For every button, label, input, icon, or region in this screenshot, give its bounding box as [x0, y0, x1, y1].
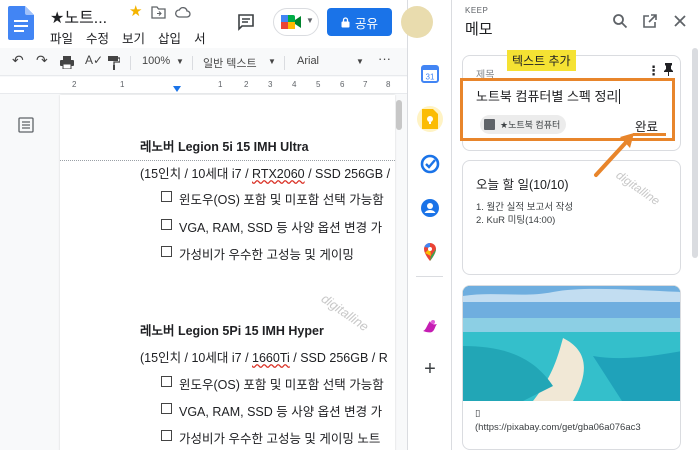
keep-title: 메모: [465, 21, 493, 38]
annotation-label: 텍스트 추가: [507, 50, 576, 71]
menu-item-file[interactable]: 파일: [50, 28, 73, 47]
heading-laptop-1: 레노버 Legion 5i 15 IMH Ultra: [140, 140, 309, 154]
keep-label: KEEP: [465, 6, 489, 15]
chevron-down-icon: ▼: [268, 57, 276, 66]
ruler: 2 1 1 2 3 4 5 6 7 8: [0, 77, 407, 94]
redo-icon[interactable]: ↷: [36, 52, 48, 69]
zoom-select[interactable]: 100%: [142, 55, 170, 67]
paint-format-icon[interactable]: [108, 56, 120, 70]
checkbox[interactable]: [161, 219, 172, 230]
toolbar-divider: [284, 56, 285, 70]
side-panel-rail: 31 +: [408, 48, 451, 450]
annotation-arrow-icon: [594, 133, 634, 177]
style-select[interactable]: 일반 텍스트: [203, 55, 257, 71]
checkbox[interactable]: [161, 246, 172, 257]
beach-photo: [463, 286, 680, 401]
checklist-item: VGA, RAM, SSD 등 사양 옵션 변경 가: [179, 221, 383, 235]
spec-line-1: (15인치 / 10세대 i7 / RTX2060 / SSD 256GB /: [140, 167, 391, 181]
checklist-item: 가성비가 우수한 고성능 및 게이밍: [179, 248, 354, 262]
spec-line-2: (15인치 / 10세대 i7 / 1660Ti / SSD 256GB / R: [140, 351, 388, 365]
pin-icon[interactable]: [663, 63, 674, 76]
share-button[interactable]: 공유: [327, 8, 392, 36]
ruler-tick: 5: [316, 80, 321, 89]
print-icon[interactable]: [60, 56, 74, 69]
avatar[interactable]: [401, 6, 433, 38]
document-title[interactable]: ★노트...: [50, 4, 107, 28]
google-docs-area: ★노트... ★ 파일 수정 보기 삽입 서 ▼ 공유 ↶ ↷ A✓ 100% …: [0, 0, 408, 450]
note-line: 2. KuR 미팅(14:00): [476, 215, 556, 226]
star-icon[interactable]: ★: [129, 2, 142, 20]
undo-icon[interactable]: ↶: [12, 52, 24, 69]
chevron-down-icon: ▼: [176, 57, 184, 66]
maps-icon[interactable]: [420, 242, 440, 262]
note-card[interactable]: 오늘 할 일(10/10) 1. 월간 실적 보고서 작성 2. KuR 미팅(…: [462, 160, 681, 275]
ruler-tick: 8: [386, 80, 391, 89]
image-source-url[interactable]: (https://pixabay.com/get/gba06a076ac3: [475, 422, 641, 433]
more-icon[interactable]: ···: [378, 51, 391, 66]
ruler-tick: 2: [244, 80, 249, 89]
keep-scrollbar[interactable]: [692, 48, 698, 258]
checkbox[interactable]: [161, 191, 172, 202]
checkbox[interactable]: [161, 430, 172, 441]
keep-icon[interactable]: [422, 109, 438, 129]
rail-divider: [416, 276, 443, 277]
ruler-tick: 2: [72, 80, 77, 89]
addon-icon[interactable]: [420, 316, 440, 336]
note-line: 1. 월간 실적 보고서 작성: [476, 202, 574, 213]
svg-text:31: 31: [426, 73, 435, 82]
checklist-item: VGA, RAM, SSD 등 사양 옵션 변경 가: [179, 405, 383, 419]
toolbar-divider: [192, 56, 193, 70]
link-glyph: ▯: [475, 408, 481, 419]
menu-item-format[interactable]: 서: [194, 28, 206, 47]
document-outline-icon[interactable]: [18, 117, 34, 133]
contacts-icon[interactable]: [420, 198, 440, 218]
search-icon[interactable]: [612, 13, 628, 29]
document-scrollbar[interactable]: [396, 100, 402, 130]
ruler-tick: 7: [363, 80, 368, 89]
toolbar-divider: [130, 56, 131, 70]
note-title: 오늘 할 일(10/10): [476, 178, 569, 192]
menu-item-edit[interactable]: 수정: [86, 28, 109, 47]
move-folder-icon[interactable]: [151, 6, 166, 19]
docs-logo-icon[interactable]: [8, 6, 34, 40]
comment-history-icon[interactable]: [236, 12, 256, 32]
checklist-item: 가성비가 우수한 고성능 및 게이밍 노트: [179, 432, 381, 446]
meet-button[interactable]: ▼: [273, 8, 319, 36]
lock-icon: [341, 16, 350, 27]
chevron-down-icon: ▼: [356, 57, 364, 66]
share-label: 공유: [354, 16, 378, 31]
highlight-box: [460, 78, 675, 141]
checkbox[interactable]: [161, 403, 172, 414]
ruler-tick: 1: [218, 80, 223, 89]
docs-header: ★노트... ★ 파일 수정 보기 삽입 서 ▼ 공유: [0, 0, 407, 48]
checkbox[interactable]: [161, 376, 172, 387]
ruler-tick: 6: [340, 80, 345, 89]
cloud-status-icon[interactable]: [175, 6, 191, 19]
format-toolbar: ↶ ↷ A✓ 100% ▼ 일반 텍스트 ▼ Arial ▼ ···: [0, 50, 407, 76]
more-vert-icon[interactable]: ⋮: [647, 63, 660, 79]
ruler-tick: 3: [268, 80, 273, 89]
ruler-tick: 1: [120, 80, 125, 89]
chevron-down-icon: ▼: [306, 16, 314, 25]
heading-laptop-2: 레노버 Legion 5Pi 15 IMH Hyper: [140, 324, 324, 338]
menu-bar: 파일 수정 보기 삽입 서: [50, 28, 219, 47]
meet-icon: [281, 15, 301, 29]
spellcheck-icon[interactable]: A✓: [85, 53, 103, 67]
add-addon-icon[interactable]: +: [420, 359, 440, 380]
checklist-item: 윈도우(OS) 포함 및 미포함 선택 가능함: [179, 193, 384, 207]
checklist-item: 윈도우(OS) 포함 및 미포함 선택 가능함: [179, 378, 384, 392]
ruler-tick: 4: [292, 80, 297, 89]
font-select[interactable]: Arial: [297, 55, 319, 67]
menu-item-insert[interactable]: 삽입: [158, 28, 181, 47]
close-icon[interactable]: [672, 13, 688, 29]
tasks-icon[interactable]: [420, 154, 440, 174]
page-break-line: [60, 160, 395, 161]
indent-marker[interactable]: [173, 86, 181, 92]
open-in-new-icon[interactable]: [642, 13, 658, 29]
menu-item-view[interactable]: 보기: [122, 28, 145, 47]
image-note-card[interactable]: ▯ (https://pixabay.com/get/gba06a076ac3: [462, 285, 681, 450]
calendar-icon[interactable]: 31: [420, 64, 440, 84]
